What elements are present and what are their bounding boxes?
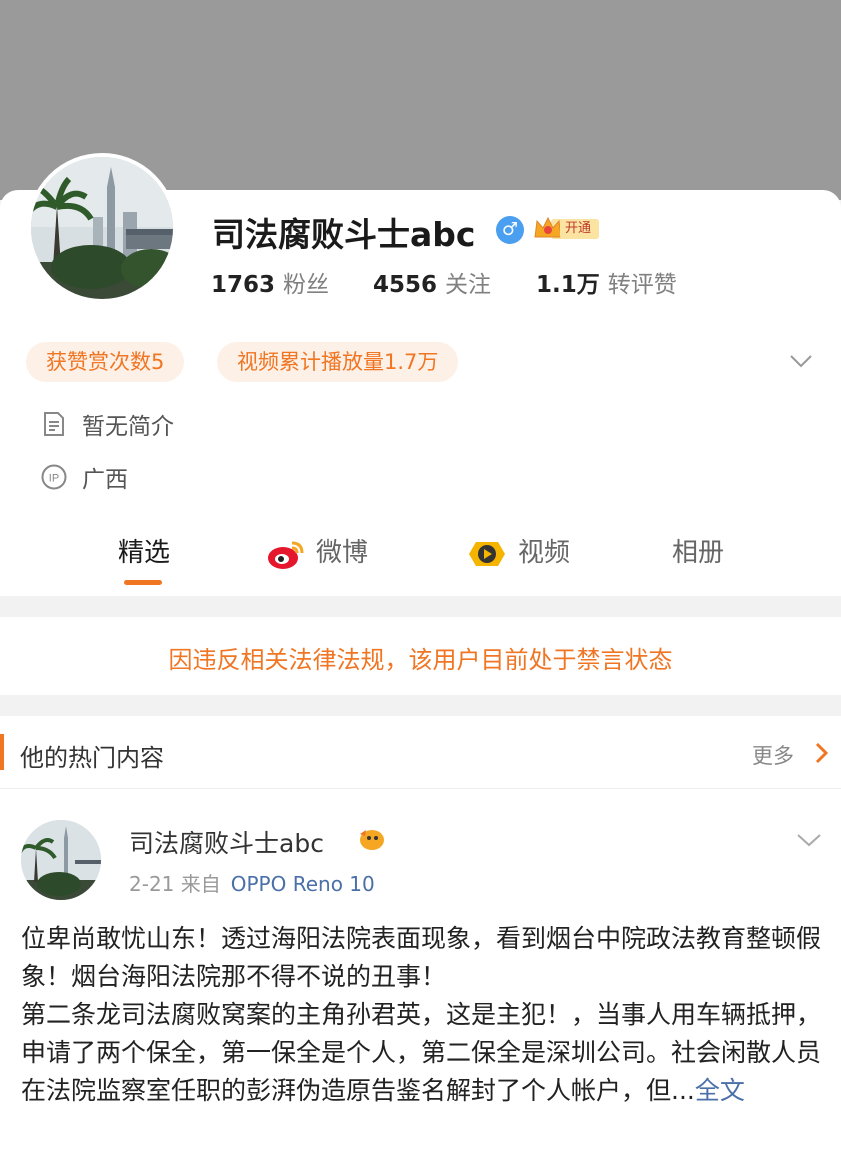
tab-label: 视频 <box>518 538 571 568</box>
stat-value: 1763 <box>211 272 276 298</box>
ip-icon-text: IP <box>49 473 59 485</box>
post-body[interactable]: 位卑尚敢忧山东！透过海阳法院表面现象，看到烟台中院政法教育整顿假象！烟台海阳法院… <box>21 920 821 1110</box>
stat-value: 4556 <box>373 272 438 298</box>
video-icon <box>469 541 505 566</box>
avatar-photo <box>21 820 101 900</box>
vip-open-label[interactable]: 开通 <box>560 219 596 239</box>
reward-count-pill[interactable]: 获赞赏次数5 <box>26 342 185 382</box>
tab-featured[interactable]: 精选 <box>118 532 170 569</box>
chevron-down-icon[interactable] <box>786 346 816 376</box>
avatar-photo <box>31 157 173 299</box>
bio-text: 暂无简介 <box>82 414 174 440</box>
location-text: 广西 <box>82 467 128 493</box>
male-icon: ♂ <box>496 216 524 244</box>
post-paragraph: 第二条龙司法腐败窝案的主角孙君英，这是主犯！，当事人用车辆抵押，申请了两个保全，… <box>21 996 821 1110</box>
tab-label: 微博 <box>316 538 369 568</box>
post-author-name[interactable]: 司法腐败斗士abc <box>129 824 324 860</box>
tab-weibo[interactable]: 微博 <box>266 532 368 571</box>
tab-label: 相册 <box>672 538 725 568</box>
post-date: 2-21 <box>129 872 175 896</box>
full-text-link[interactable]: 全文 <box>695 1076 745 1105</box>
chevron-down-icon[interactable] <box>794 828 824 852</box>
tab-label: 精选 <box>118 538 171 568</box>
stat-label: 关注 <box>445 272 492 298</box>
post-source[interactable]: OPPO Reno 10 <box>231 872 375 896</box>
ip-icon: IP <box>41 464 67 490</box>
document-icon <box>44 412 64 436</box>
post-author-avatar[interactable] <box>21 820 101 900</box>
post-meta: 2-21 来自 OPPO Reno 10 <box>129 868 375 897</box>
profile-avatar[interactable] <box>27 153 177 303</box>
chevron-right-icon[interactable] <box>814 740 830 766</box>
weibo-icon <box>268 541 304 569</box>
stat-following[interactable]: 4556 关注 <box>373 265 491 299</box>
stat-label: 粉丝 <box>283 272 330 298</box>
stat-fans[interactable]: 1763 粉丝 <box>211 265 329 299</box>
tab-video[interactable]: 视频 <box>466 532 570 571</box>
section-accent-bar <box>0 734 4 770</box>
bio-row: 暂无简介 <box>40 407 174 440</box>
member-badge-icon <box>360 830 384 850</box>
ip-location-row: IP 广西 <box>40 460 128 493</box>
post-ellipsis: ... <box>671 1076 695 1105</box>
video-plays-pill[interactable]: 视频累计播放量1.7万 <box>217 342 459 382</box>
active-tab-indicator <box>124 580 162 585</box>
profile-name: 司法腐败斗士abc <box>212 215 476 254</box>
hot-content-title: 他的热门内容 <box>20 744 164 772</box>
stat-interactions[interactable]: 1.1万 转评赞 <box>536 265 677 299</box>
stat-label: 转评赞 <box>607 272 677 298</box>
stat-value: 1.1万 <box>536 272 600 298</box>
tab-album[interactable]: 相册 <box>672 532 724 569</box>
more-link[interactable]: 更多 <box>752 740 794 770</box>
post-source-prefix: 来自 <box>180 872 221 896</box>
post-paragraph: 位卑尚敢忧山东！透过海阳法院表面现象，看到烟台中院政法教育整顿假象！烟台海阳法院… <box>21 924 822 991</box>
ban-notice-text: 因违反相关法律法规，该用户目前处于禁言状态 <box>168 646 673 674</box>
